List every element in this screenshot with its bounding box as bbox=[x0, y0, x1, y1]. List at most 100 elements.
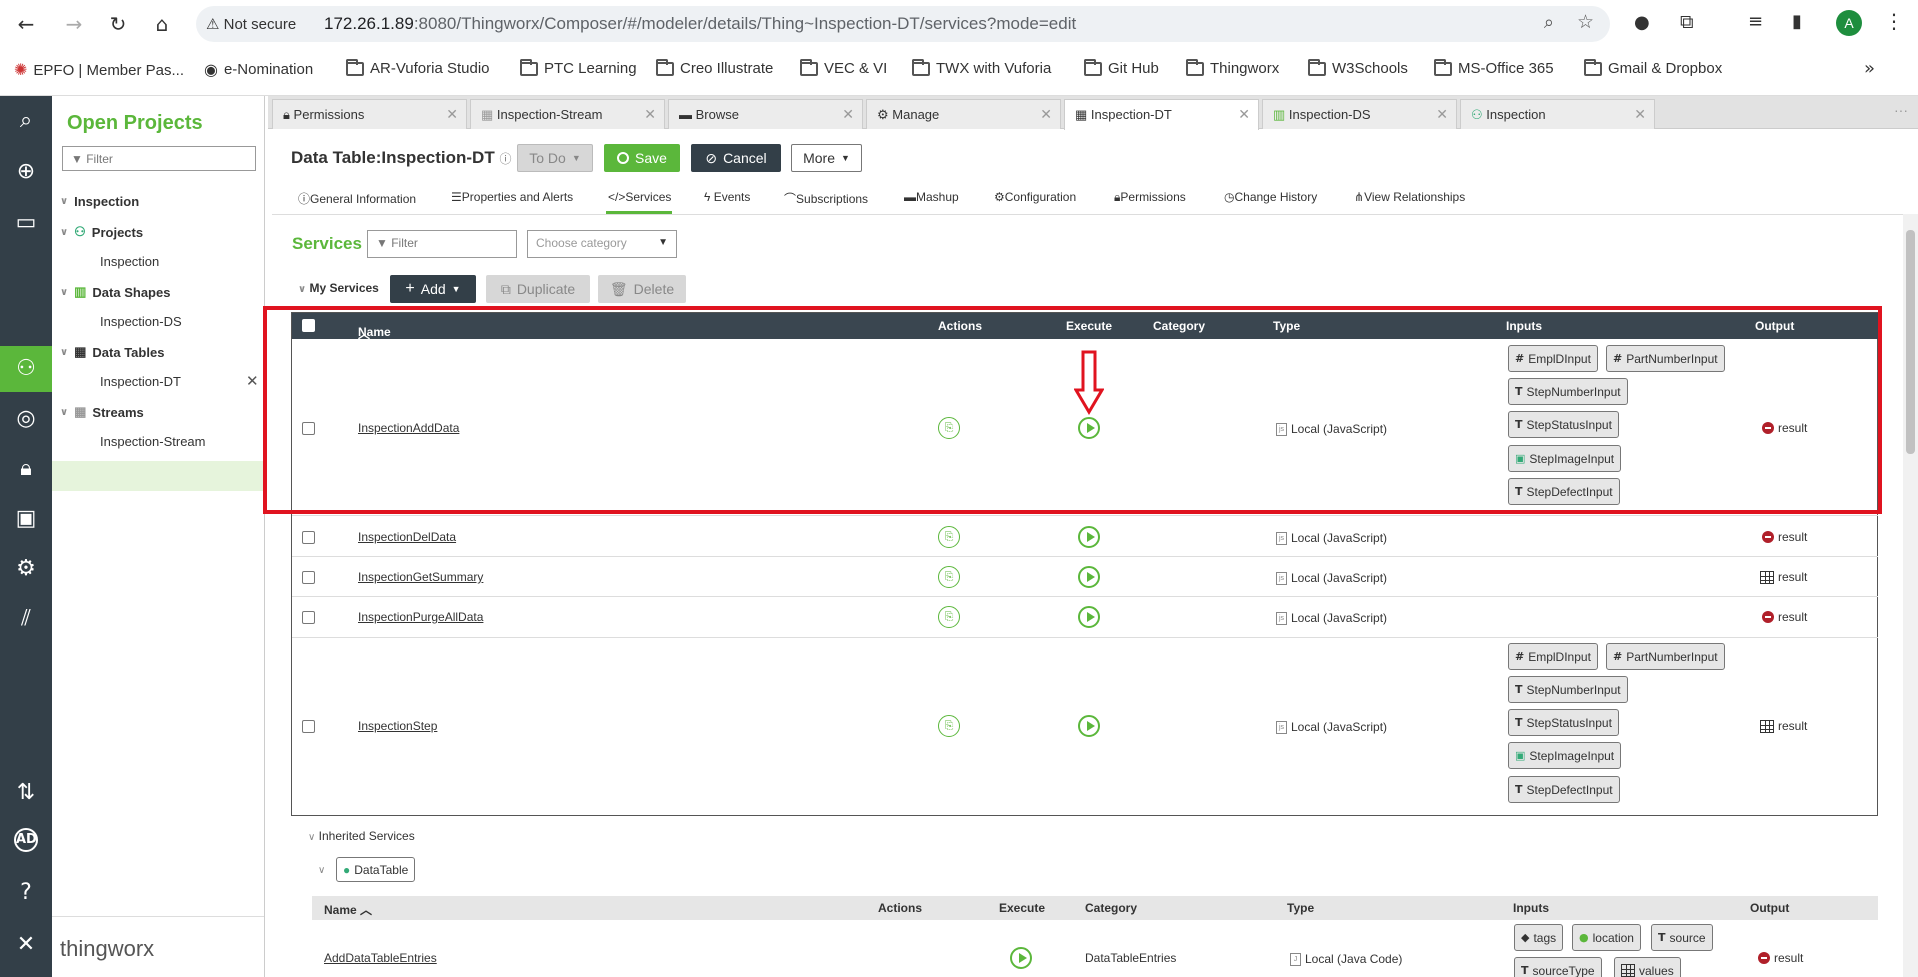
datatable-chip[interactable]: ● DataTable bbox=[336, 857, 416, 882]
close-icon[interactable]: ✕ bbox=[1436, 106, 1448, 123]
new-icon[interactable]: ⊕ bbox=[11, 157, 41, 187]
chevron-down-icon[interactable]: ∨ bbox=[60, 287, 68, 298]
search-icon[interactable]: ⌕ bbox=[11, 106, 41, 136]
star-icon[interactable]: ☆ bbox=[1577, 11, 1594, 33]
tree-item-inspection-stream[interactable]: Inspection-Stream bbox=[100, 434, 206, 449]
close-icon[interactable]: ✕ bbox=[1634, 106, 1646, 123]
address-bar[interactable]: ⚠ Not secure 172.26.1.89:8080/Thingworx/… bbox=[196, 6, 1610, 42]
input-chip[interactable]: T StepStatusInput bbox=[1508, 709, 1619, 736]
more-button[interactable]: More ▼ bbox=[791, 144, 862, 172]
service-name-link[interactable]: InspectionDelData bbox=[358, 530, 456, 544]
import-export-icon[interactable]: ⇅ bbox=[11, 778, 41, 808]
execute-play-icon[interactable] bbox=[1078, 606, 1100, 628]
projects-filter-input[interactable]: ▼ Filter bbox=[62, 146, 256, 171]
tree-group-data-shapes[interactable]: ∨ ▥ Data Shapes bbox=[60, 284, 170, 300]
input-chip[interactable]: T StepNumberInput bbox=[1508, 676, 1628, 703]
zoom-icon[interactable]: ⌕ bbox=[1544, 12, 1554, 33]
input-chip[interactable]: # PartNumberInput bbox=[1606, 643, 1725, 670]
input-chip[interactable]: T StepDefectInput bbox=[1508, 776, 1620, 803]
more-bookmarks-icon[interactable]: » bbox=[1864, 58, 1875, 79]
input-chip[interactable]: values bbox=[1614, 957, 1681, 977]
back-icon[interactable]: ← bbox=[12, 10, 40, 38]
tab-permissions[interactable]: 🔒︎ Permissions ✕ bbox=[272, 99, 467, 129]
sidepanel-icon[interactable]: ▮ bbox=[1792, 11, 1802, 32]
row-checkbox[interactable] bbox=[302, 531, 315, 544]
service-name-link[interactable]: InspectionStep bbox=[358, 719, 437, 733]
actions-icon[interactable]: ⎘ bbox=[938, 526, 960, 548]
subtab-view-relationships[interactable]: ⋔View Relationships bbox=[1354, 190, 1465, 204]
subtab-permissions[interactable]: 🔒︎Permissions bbox=[1114, 190, 1186, 205]
subtab-properties[interactable]: ☰Properties and Alerts bbox=[451, 190, 573, 204]
todo-button[interactable]: To Do ▼ bbox=[517, 144, 593, 172]
forward-icon[interactable]: → bbox=[60, 10, 88, 38]
subtab-events[interactable]: ϟ Events bbox=[704, 190, 750, 204]
col-name[interactable]: Name ︿ bbox=[324, 901, 372, 918]
actions-icon[interactable]: ⎘ bbox=[938, 606, 960, 628]
bookmark-5[interactable]: VEC & VI bbox=[800, 58, 887, 77]
my-services-label[interactable]: ∨ My Services bbox=[298, 281, 379, 295]
bookmark-3[interactable]: PTC Learning bbox=[520, 58, 637, 77]
service-name-link[interactable]: AddDataTableEntries bbox=[324, 951, 437, 965]
tab-inspection[interactable]: ⚇ Inspection ✕ bbox=[1460, 99, 1655, 129]
chevron-down-icon[interactable]: ∨ bbox=[308, 832, 315, 843]
bookmark-4[interactable]: Creo Illustrate bbox=[656, 58, 773, 77]
chevron-down-icon[interactable]: ∨ bbox=[60, 407, 68, 418]
subtab-services[interactable]: </>Services bbox=[608, 190, 671, 204]
delete-button[interactable]: 🗑︎ Delete bbox=[598, 275, 686, 303]
help-icon[interactable]: ? bbox=[11, 878, 41, 908]
home-icon[interactable]: ⌂ bbox=[148, 10, 176, 38]
input-chip[interactable]: ● location bbox=[1572, 924, 1641, 951]
subtab-subscriptions[interactable]: ⌒Subscriptions bbox=[784, 190, 868, 207]
bookmark-2[interactable]: AR-Vuforia Studio bbox=[346, 58, 490, 77]
lock-icon[interactable]: 🔒︎ bbox=[11, 454, 41, 484]
projects-icon[interactable]: ⚇ bbox=[11, 354, 41, 384]
chevron-down-icon[interactable]: ∨ bbox=[318, 865, 325, 876]
input-chip[interactable]: TsourceType bbox=[1514, 957, 1602, 977]
close-icon[interactable]: ✕ bbox=[1238, 106, 1250, 123]
extension-icon[interactable]: ● bbox=[1634, 12, 1650, 33]
actions-icon[interactable]: ⎘ bbox=[938, 715, 960, 737]
tab-overflow-icon[interactable]: ··· bbox=[1894, 102, 1908, 118]
row-checkbox[interactable] bbox=[302, 571, 315, 584]
cancel-button[interactable]: ⊘ Cancel bbox=[691, 144, 781, 172]
subtab-change-history[interactable]: ◷Change History bbox=[1224, 190, 1317, 204]
not-secure-label[interactable]: ⚠ Not secure bbox=[206, 15, 296, 33]
browse-icon[interactable]: ▭ bbox=[11, 208, 41, 238]
user-avatar[interactable]: AD bbox=[14, 828, 38, 852]
row-checkbox[interactable] bbox=[302, 720, 315, 733]
analytics-icon[interactable]: ⫽ bbox=[11, 604, 41, 634]
actions-icon[interactable]: ⎘ bbox=[938, 566, 960, 588]
tree-item-inspection-ds[interactable]: Inspection-DS bbox=[100, 314, 182, 329]
input-chip[interactable]: ▣ StepImageInput bbox=[1508, 742, 1622, 769]
subtab-configuration[interactable]: ⚙Configuration bbox=[994, 190, 1076, 204]
bookmark-11[interactable]: Gmail & Dropbox bbox=[1584, 58, 1722, 77]
service-name-link[interactable]: InspectionPurgeAllData bbox=[358, 610, 483, 624]
save-button[interactable]: Save bbox=[604, 144, 680, 172]
help-icon[interactable]: ⓘ bbox=[499, 152, 511, 166]
monitor-eye-icon[interactable]: ◎ bbox=[11, 404, 41, 434]
input-chip[interactable]: Tsource bbox=[1651, 924, 1713, 951]
chevron-down-icon[interactable]: ∨ bbox=[60, 196, 68, 207]
reload-icon[interactable]: ↻ bbox=[104, 10, 132, 38]
bookmark-7[interactable]: Git Hub bbox=[1084, 58, 1159, 77]
tree-group-streams[interactable]: ∨ ▦ Streams bbox=[60, 404, 144, 420]
tree-group-projects[interactable]: ∨ ⚇ Projects bbox=[60, 224, 143, 240]
bookmark-9[interactable]: W3Schools bbox=[1308, 58, 1408, 77]
execute-play-icon[interactable] bbox=[1078, 566, 1100, 588]
chevron-down-icon[interactable]: ∨ bbox=[298, 284, 306, 295]
bookmark-6[interactable]: TWX with Vuforia bbox=[912, 58, 1051, 77]
inherited-services-label[interactable]: ∨ Inherited Services bbox=[308, 829, 415, 843]
execute-play-icon[interactable] bbox=[1078, 715, 1100, 737]
bookmark-0[interactable]: ✺ EPFO | Member Pas... bbox=[14, 60, 184, 80]
execute-play-icon[interactable] bbox=[1078, 526, 1100, 548]
scrollbar-thumb[interactable] bbox=[1906, 230, 1915, 454]
tab-inspection-dt[interactable]: ▦ Inspection-DT ✕ bbox=[1064, 99, 1259, 130]
bookmark-8[interactable]: Thingworx bbox=[1186, 58, 1279, 77]
tab-manage[interactable]: ⚙ Manage ✕ bbox=[866, 99, 1061, 129]
close-icon[interactable]: ✕ bbox=[446, 106, 458, 123]
duplicate-button[interactable]: ⧉ Duplicate bbox=[486, 275, 590, 303]
close-icon[interactable]: ✕ bbox=[246, 372, 259, 390]
category-select[interactable]: Choose category ▼ bbox=[527, 230, 677, 258]
close-icon[interactable]: ✕ bbox=[842, 106, 854, 123]
chevron-down-icon[interactable]: ∨ bbox=[60, 227, 68, 238]
